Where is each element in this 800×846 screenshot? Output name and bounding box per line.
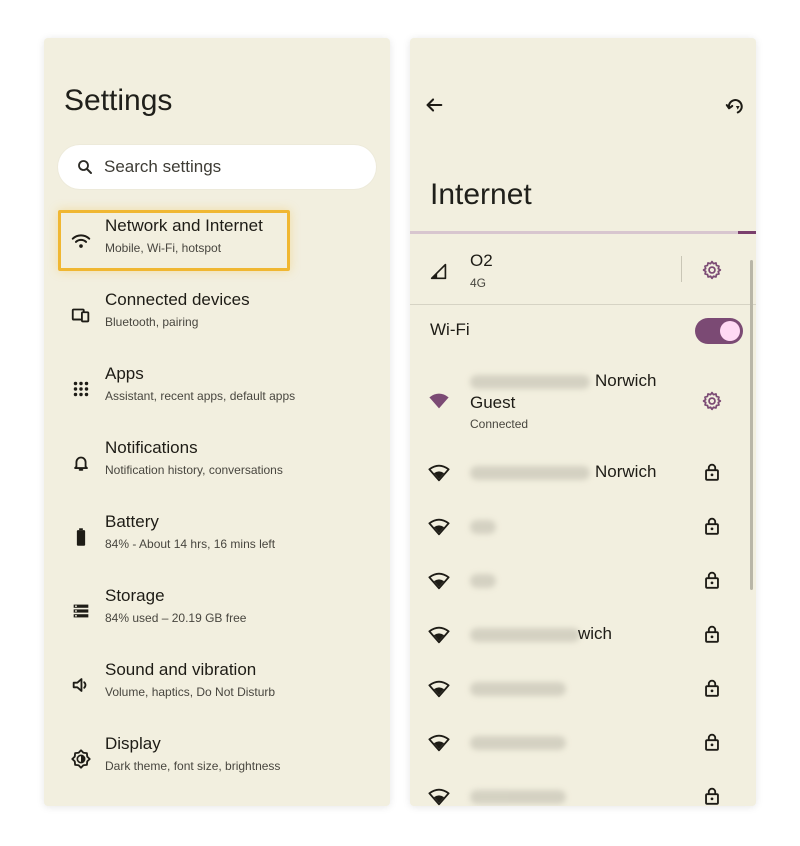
gear-icon[interactable] [701, 259, 723, 281]
redacted-network-name [470, 574, 496, 588]
settings-item-title: Network and Internet [105, 216, 263, 235]
network-name-suffix: Norwich [595, 371, 657, 390]
redacted-network-name [470, 375, 590, 389]
display-brightness-icon [71, 749, 91, 769]
settings-item-subtitle: 84% used – 20.19 GB free [105, 611, 247, 625]
settings-item-title: Battery [105, 512, 159, 531]
settings-item-display[interactable]: Display Dark theme, font size, brightnes… [58, 730, 376, 790]
redacted-network-name [470, 736, 566, 750]
settings-item-subtitle: 84% - About 14 hrs, 16 mins left [105, 537, 276, 551]
loading-progress-bar [410, 231, 756, 234]
settings-item-title: Sound and vibration [105, 660, 257, 679]
settings-item-battery[interactable]: Battery 84% - About 14 hrs, 16 mins left [58, 508, 376, 568]
settings-item-subtitle: Bluetooth, pairing [105, 315, 199, 329]
settings-item-sound-and-vibration[interactable]: Sound and vibration Volume, haptics, Do … [58, 656, 376, 716]
bell-icon [74, 456, 88, 471]
redacted-network-name [470, 682, 566, 696]
progress-indicator [738, 231, 756, 234]
wifi-signal-icon [428, 678, 450, 700]
lock-icon [701, 569, 723, 591]
reset-network-icon[interactable] [724, 95, 746, 117]
network-name-visible: wich [578, 624, 613, 643]
mobile-carrier-name: O2 [470, 251, 493, 270]
search-icon [78, 160, 92, 174]
wifi-toggle[interactable] [695, 318, 743, 344]
connected-devices-icon [71, 308, 90, 323]
network-name-visible: Norwich [595, 462, 657, 481]
gear-icon[interactable] [701, 390, 723, 412]
lock-icon [701, 785, 723, 806]
cellular-signal-icon [430, 263, 447, 280]
back-arrow-icon[interactable] [423, 94, 445, 116]
lock-icon [701, 677, 723, 699]
scrollbar[interactable] [750, 260, 753, 590]
settings-item-apps[interactable]: Apps Assistant, recent apps, default app… [58, 360, 376, 420]
toggle-knob [720, 321, 740, 341]
apps-grid-icon [73, 381, 89, 397]
settings-page-title: Settings [64, 84, 173, 117]
wifi-signal-icon [428, 570, 450, 592]
settings-item-storage[interactable]: Storage 84% used – 20.19 GB free [58, 582, 376, 642]
wifi-signal-icon [428, 624, 450, 646]
divider [681, 256, 682, 282]
settings-item-title: Notifications [105, 438, 198, 457]
redacted-network-name [470, 520, 496, 534]
settings-item-subtitle: Mobile, Wi-Fi, hotspot [105, 241, 222, 255]
wifi-signal-icon [428, 732, 450, 754]
settings-item-title: Connected devices [105, 290, 250, 309]
redacted-network-name [470, 628, 580, 642]
network-status: Connected [470, 417, 529, 431]
wifi-signal-icon [428, 462, 450, 484]
wifi-connected-icon [429, 393, 449, 409]
network-name-line2: Guest [470, 393, 516, 412]
settings-item-subtitle: Dark theme, font size, brightness [105, 759, 281, 773]
settings-item-connected-devices[interactable]: Connected devices Bluetooth, pairing [58, 286, 376, 346]
search-input[interactable] [104, 154, 364, 180]
storage-icon [73, 604, 89, 618]
settings-item-title: Apps [105, 364, 144, 383]
internet-panel: Internet O2 4G Wi-Fi Norwich Guest Conne… [410, 38, 756, 806]
speaker-icon [72, 678, 87, 692]
lock-icon [701, 623, 723, 645]
settings-panel: Settings Network and Internet Mobile, Wi… [44, 38, 390, 806]
wifi-signal-icon [428, 786, 450, 806]
settings-item-title: Storage [105, 586, 165, 605]
search-bar[interactable] [58, 145, 376, 189]
wifi-signal-icon [428, 516, 450, 538]
mobile-network-type: 4G [470, 276, 487, 290]
settings-item-notifications[interactable]: Notifications Notification history, conv… [58, 434, 376, 494]
battery-icon [76, 528, 86, 546]
lock-icon [701, 461, 723, 483]
lock-icon [701, 731, 723, 753]
settings-item-subtitle: Volume, haptics, Do Not Disturb [105, 685, 276, 699]
divider [410, 304, 756, 305]
wifi-label: Wi-Fi [430, 320, 470, 339]
lock-icon [701, 515, 723, 537]
settings-item-network-and-internet[interactable]: Network and Internet Mobile, Wi-Fi, hots… [58, 212, 376, 272]
settings-item-title: Display [105, 734, 161, 753]
wifi-icon [71, 234, 91, 248]
settings-item-subtitle: Notification history, conversations [105, 463, 283, 477]
redacted-network-name [470, 790, 566, 804]
redacted-network-name [470, 466, 590, 480]
settings-item-subtitle: Assistant, recent apps, default apps [105, 389, 296, 403]
internet-page-title: Internet [430, 178, 532, 211]
